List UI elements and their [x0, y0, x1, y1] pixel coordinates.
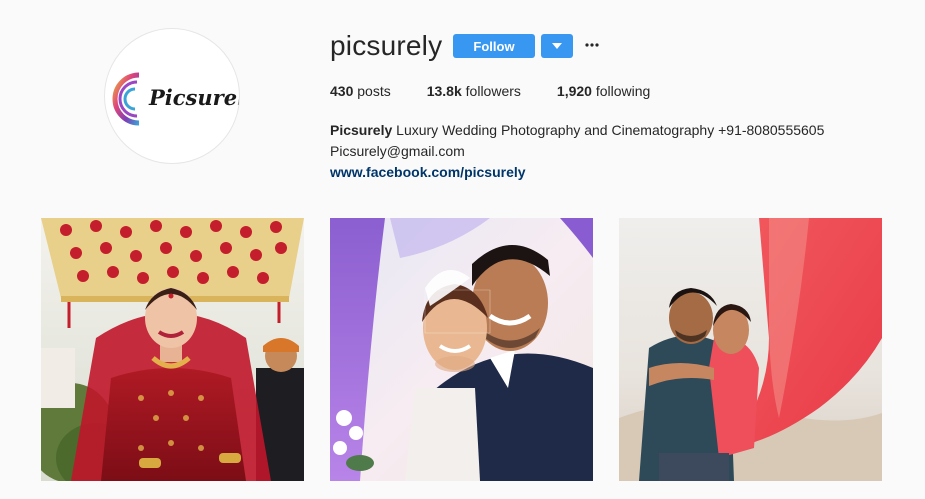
followers-stat[interactable]: 13.8k followers	[427, 83, 521, 99]
post-image-2	[330, 218, 593, 481]
post-thumbnail-1[interactable]	[41, 218, 304, 481]
posts-label: posts	[353, 83, 391, 99]
svg-text:Picsurely: Picsurely	[148, 85, 240, 110]
bio-website-link[interactable]: www.facebook.com/picsurely	[330, 164, 526, 180]
profile-stats: 430 posts 13.8k followers 1,920 followin…	[330, 83, 686, 99]
profile-full-name: Picsurely	[330, 122, 393, 138]
posts-count: 430	[330, 83, 354, 99]
bio-line-1: Picsurely Luxury Wedding Photography and…	[330, 120, 890, 141]
following-label: following	[591, 83, 651, 99]
posts-stat: 430 posts	[330, 83, 391, 99]
profile-username: picsurely	[330, 30, 443, 61]
followers-label: followers	[461, 83, 521, 99]
followers-count: 13.8k	[426, 83, 462, 99]
post-thumbnail-3[interactable]	[619, 218, 882, 481]
following-count: 1,920	[556, 83, 592, 99]
picsurely-logo: Picsurely	[112, 72, 240, 126]
profile-avatar[interactable]: Picsurely	[104, 28, 240, 164]
profile-bio: Picsurely Luxury Wedding Photography and…	[330, 120, 890, 183]
bio-description: Luxury Wedding Photography and Cinematog…	[392, 122, 825, 138]
suggestions-dropdown-button[interactable]	[541, 34, 573, 58]
profile-page: Picsurely picsurely Follow 430 posts 13.…	[0, 0, 925, 499]
chevron-down-icon	[552, 43, 562, 49]
post-image-3	[619, 218, 882, 481]
more-options-icon	[585, 43, 599, 47]
post-thumbnail-2[interactable]	[330, 218, 593, 481]
following-stat[interactable]: 1,920 following	[557, 83, 650, 99]
follow-button[interactable]: Follow	[453, 34, 535, 58]
bio-email: Picsurely@gmail.com	[330, 143, 465, 159]
post-image-1	[41, 218, 304, 481]
more-options-button[interactable]	[583, 34, 601, 56]
